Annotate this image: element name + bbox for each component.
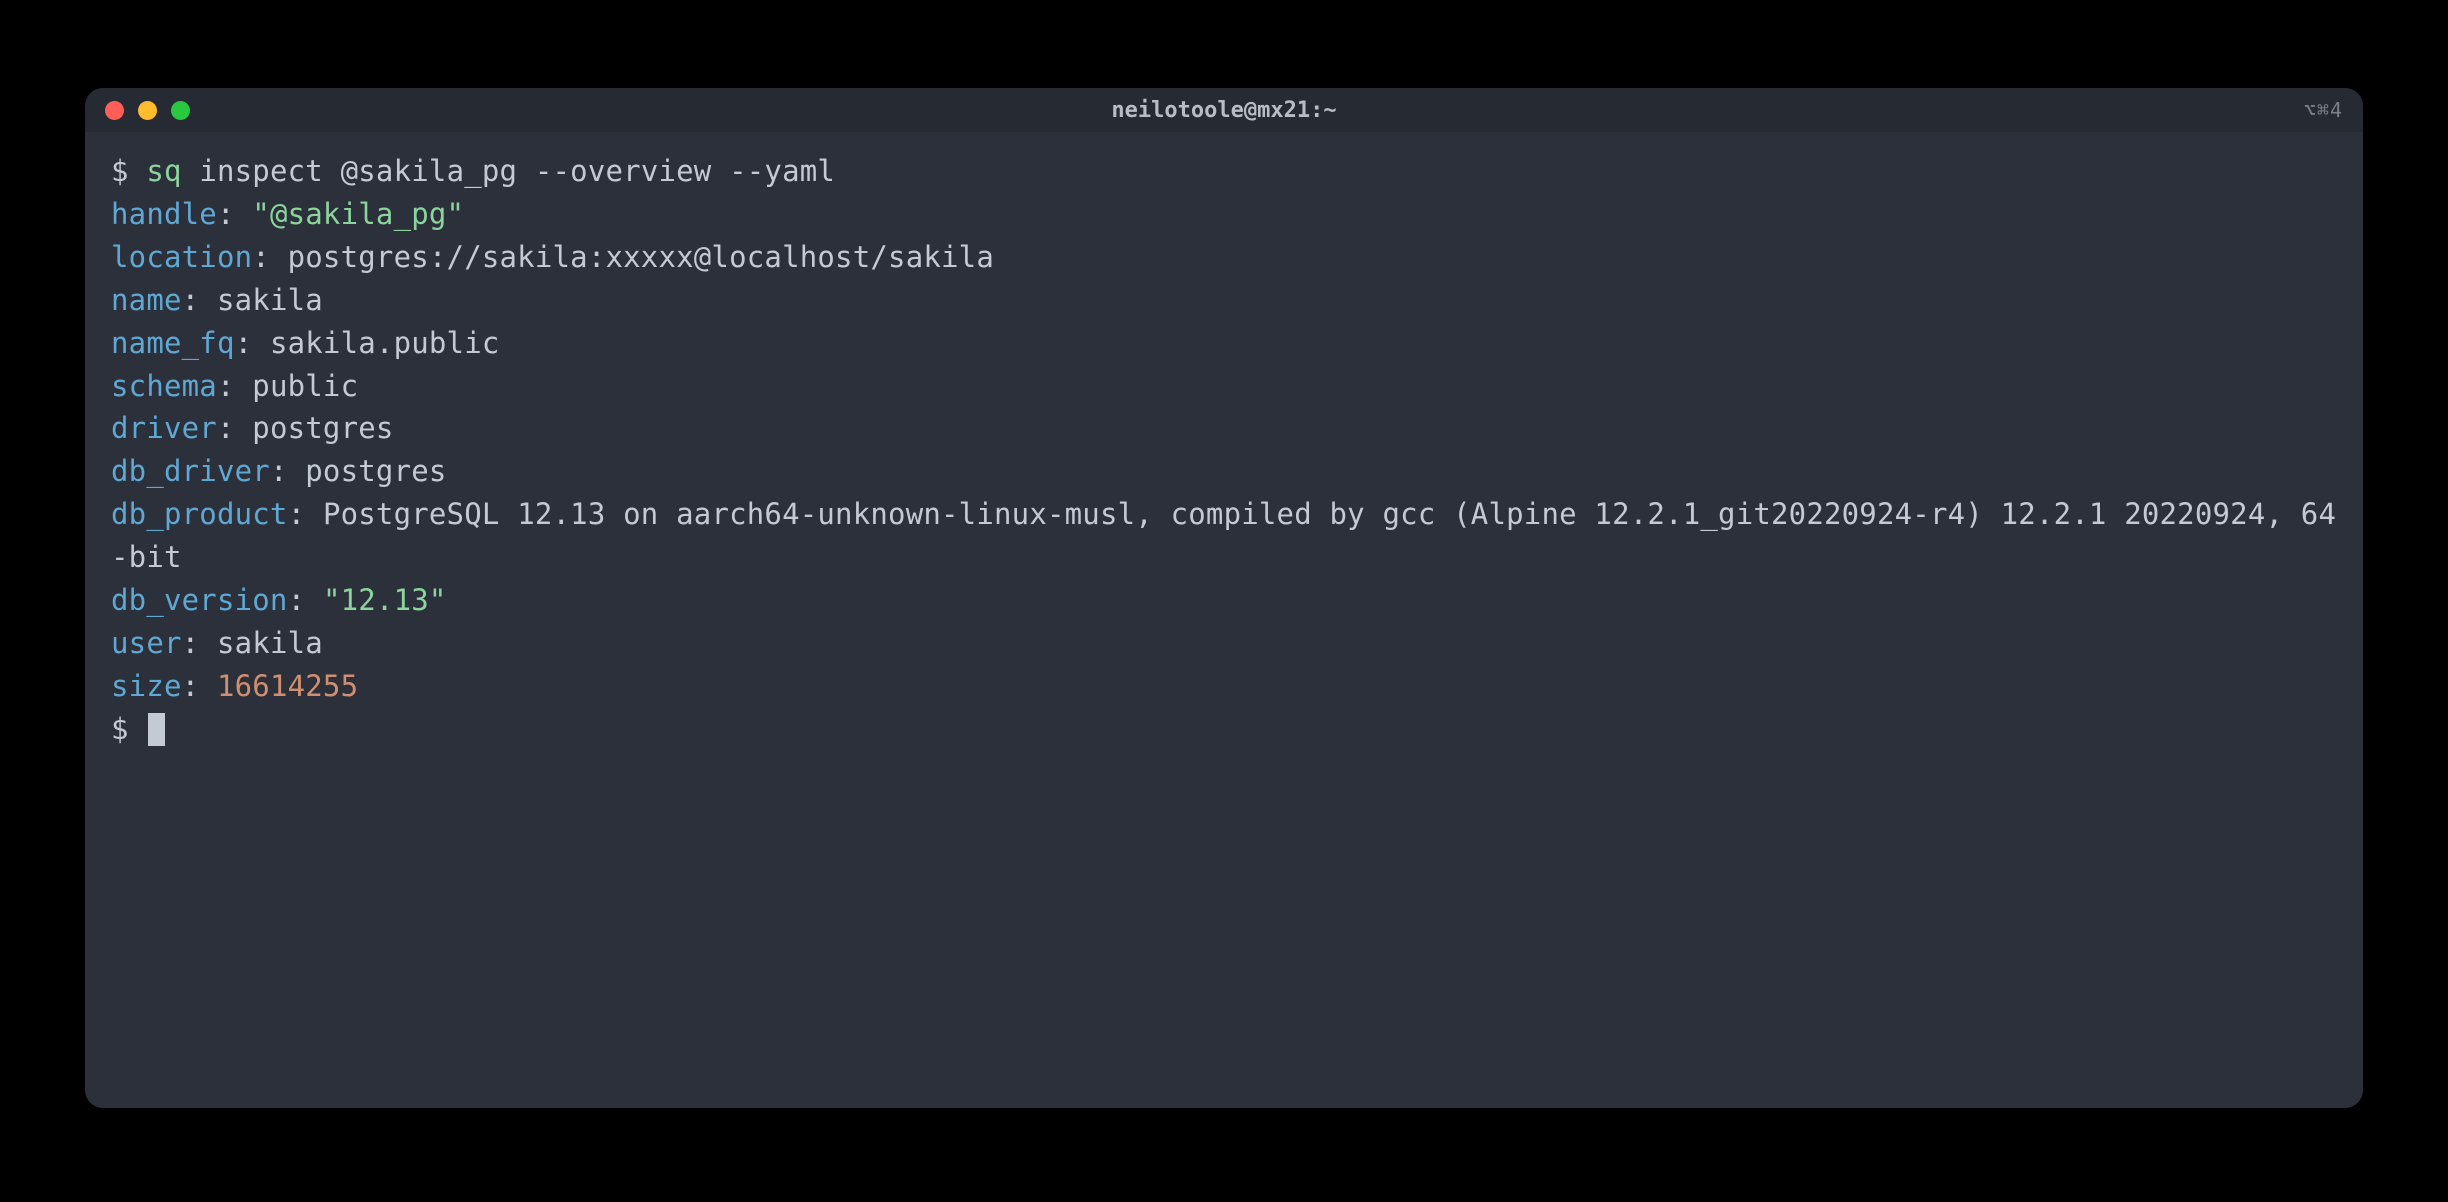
- output-user: user: sakila: [111, 622, 2337, 665]
- yaml-value: "12.13": [323, 583, 447, 617]
- colon: :: [288, 497, 323, 531]
- colon: :: [235, 326, 270, 360]
- yaml-key: location: [111, 240, 252, 274]
- output-name-fq: name_fq: sakila.public: [111, 322, 2337, 365]
- command-name: sq: [146, 154, 181, 188]
- prompt-symbol: $: [111, 712, 129, 746]
- cursor-icon: [148, 713, 165, 746]
- prompt-symbol: $: [111, 154, 129, 188]
- output-db-product: db_product: PostgreSQL 12.13 on aarch64-…: [111, 493, 2337, 579]
- yaml-value: postgres://sakila:xxxxx@localhost/sakila: [288, 240, 994, 274]
- yaml-value: "@sakila_pg": [252, 197, 464, 231]
- yaml-key: driver: [111, 411, 217, 445]
- yaml-key: handle: [111, 197, 217, 231]
- terminal-body[interactable]: $ sq inspect @sakila_pg --overview --yam…: [85, 132, 2363, 769]
- yaml-key: user: [111, 626, 182, 660]
- output-db-version: db_version: "12.13": [111, 579, 2337, 622]
- command-line: $ sq inspect @sakila_pg --overview --yam…: [111, 150, 2337, 193]
- command-args: inspect @sakila_pg --overview --yaml: [182, 154, 835, 188]
- yaml-value: sakila: [217, 283, 323, 317]
- output-size: size: 16614255: [111, 665, 2337, 708]
- yaml-value: postgres: [252, 411, 393, 445]
- yaml-key: db_driver: [111, 454, 270, 488]
- maximize-icon[interactable]: [171, 101, 190, 120]
- window-shortcut-hint: ⌥⌘4: [2304, 98, 2343, 122]
- output-db-driver: db_driver: postgres: [111, 450, 2337, 493]
- minimize-icon[interactable]: [138, 101, 157, 120]
- traffic-lights: [105, 101, 190, 120]
- colon: :: [288, 583, 323, 617]
- window-title: neilotoole@mx21:~: [1111, 98, 1336, 123]
- yaml-key: schema: [111, 369, 217, 403]
- titlebar: neilotoole@mx21:~ ⌥⌘4: [85, 88, 2363, 132]
- colon: :: [270, 454, 305, 488]
- close-icon[interactable]: [105, 101, 124, 120]
- yaml-value: public: [252, 369, 358, 403]
- yaml-value: sakila: [217, 626, 323, 660]
- output-location: location: postgres://sakila:xxxxx@localh…: [111, 236, 2337, 279]
- yaml-value: 16614255: [217, 669, 358, 703]
- yaml-key: name_fq: [111, 326, 235, 360]
- output-driver: driver: postgres: [111, 407, 2337, 450]
- colon: :: [252, 240, 287, 274]
- colon: :: [217, 369, 252, 403]
- yaml-key: db_product: [111, 497, 288, 531]
- yaml-value: PostgreSQL 12.13 on aarch64-unknown-linu…: [111, 497, 2336, 574]
- yaml-key: size: [111, 669, 182, 703]
- yaml-key: name: [111, 283, 182, 317]
- output-schema: schema: public: [111, 365, 2337, 408]
- colon: :: [182, 626, 217, 660]
- colon: :: [217, 197, 252, 231]
- yaml-key: db_version: [111, 583, 288, 617]
- prompt-line[interactable]: $: [111, 708, 2337, 751]
- yaml-value: postgres: [305, 454, 446, 488]
- output-name: name: sakila: [111, 279, 2337, 322]
- output-handle: handle: "@sakila_pg": [111, 193, 2337, 236]
- colon: :: [182, 669, 217, 703]
- colon: :: [182, 283, 217, 317]
- colon: :: [217, 411, 252, 445]
- terminal-window: neilotoole@mx21:~ ⌥⌘4 $ sq inspect @saki…: [85, 88, 2363, 1108]
- yaml-value: sakila.public: [270, 326, 500, 360]
